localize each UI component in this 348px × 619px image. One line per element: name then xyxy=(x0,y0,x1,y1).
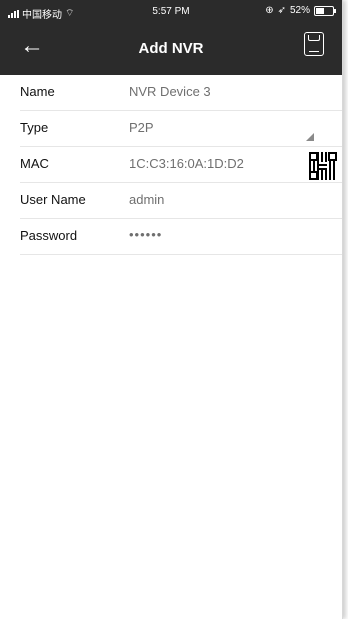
password-row[interactable]: Password •••••• xyxy=(20,219,342,255)
nav-bar: ← Add NVR xyxy=(0,26,342,75)
name-field[interactable]: NVR Device 3 xyxy=(129,84,211,99)
username-row[interactable]: User Name admin xyxy=(20,183,342,219)
battery-percent: 52% xyxy=(289,5,310,16)
mac-label: MAC xyxy=(20,156,49,171)
phone-screen: 中国移动 ⌔ 5:57 PM ⊕ ➶ 52% ← Add NVR Name NV… xyxy=(0,0,343,619)
type-select[interactable]: P2P xyxy=(129,120,154,135)
type-row[interactable]: Type P2P xyxy=(20,111,342,147)
password-label: Password xyxy=(20,228,78,243)
qr-code-icon[interactable] xyxy=(308,151,338,181)
type-label: Type xyxy=(20,120,49,135)
username-field[interactable]: admin xyxy=(129,192,164,207)
nvr-form: Name NVR Device 3 Type P2P MAC 1C:C3:16:… xyxy=(0,75,342,255)
lock-rotation-icon: ⊕ xyxy=(265,5,274,16)
name-label: Name xyxy=(20,84,55,99)
status-right: ⊕ ➶ 52% xyxy=(265,5,336,16)
mac-field[interactable]: 1C:C3:16:0A:1D:D2 xyxy=(129,156,244,171)
password-field[interactable]: •••••• xyxy=(129,227,162,242)
dropdown-triangle-icon[interactable] xyxy=(306,133,314,141)
username-label: User Name xyxy=(20,192,86,207)
page-title: Add NVR xyxy=(138,40,204,57)
status-bar: 中国移动 ⌔ 5:57 PM ⊕ ➶ 52% xyxy=(0,0,342,26)
name-row[interactable]: Name NVR Device 3 xyxy=(20,75,342,111)
battery-icon xyxy=(314,5,336,16)
location-icon: ➶ xyxy=(277,5,286,16)
mac-row[interactable]: MAC 1C:C3:16:0A:1D:D2 xyxy=(20,147,342,183)
header: 中国移动 ⌔ 5:57 PM ⊕ ➶ 52% ← Add NVR xyxy=(0,0,342,75)
save-icon[interactable] xyxy=(304,32,324,56)
